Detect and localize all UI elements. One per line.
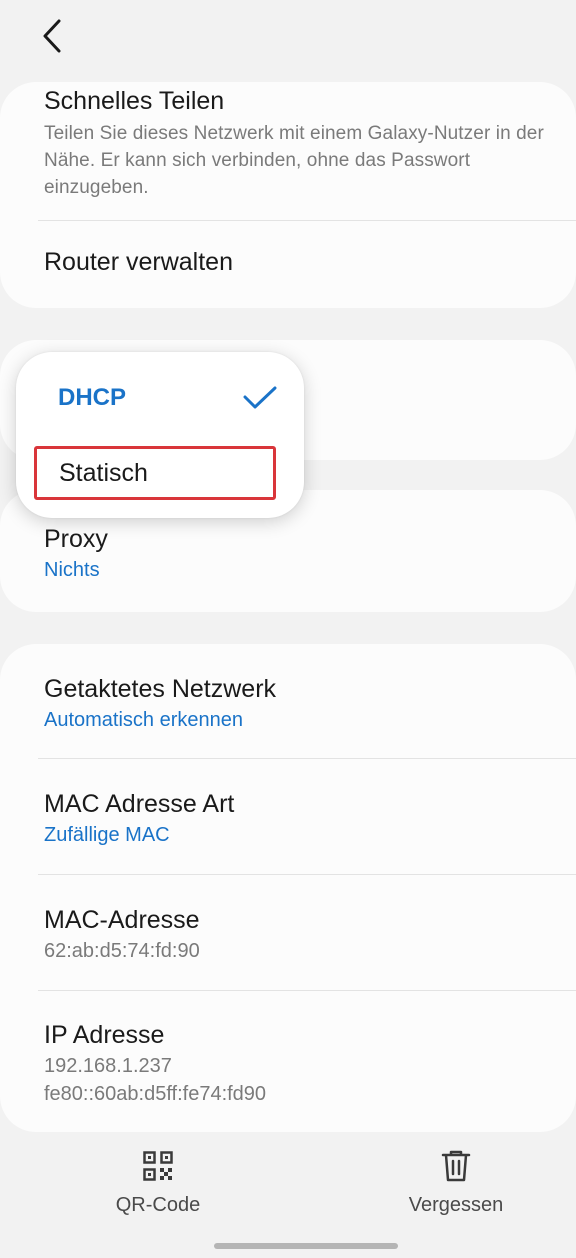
qr-code-button[interactable]: QR-Code: [68, 1148, 248, 1228]
mac-type-value: Zufällige MAC: [44, 824, 170, 846]
ipv6-address-value: fe80::60ab:d5ff:fe74:fd90: [44, 1083, 267, 1105]
divider: [38, 220, 576, 221]
chevron-left-icon: [43, 19, 61, 53]
proxy-title: Proxy: [44, 525, 108, 553]
quick-share-item[interactable]: Schnelles Teilen Teilen Sie dieses Netzw…: [44, 84, 546, 201]
qr-code-icon: [140, 1148, 176, 1184]
dhcp-label: DHCP: [58, 384, 127, 411]
proxy-value: Nichts: [44, 559, 100, 581]
mac-address-item: MAC-Adresse 62:ab:d5:74:fd:90: [44, 903, 546, 965]
home-indicator[interactable]: [214, 1243, 398, 1249]
checkmark-icon: [243, 386, 277, 409]
ip-address-item: IP Adresse 192.168.1.237 fe80::60ab:d5ff…: [44, 1018, 546, 1108]
trash-icon: [438, 1148, 474, 1184]
forget-label: Vergessen: [408, 1194, 504, 1216]
ip-address-title: IP Adresse: [44, 1021, 165, 1049]
divider: [38, 990, 576, 991]
mac-type-item[interactable]: MAC Adresse Art Zufällige MAC: [44, 787, 546, 849]
divider: [38, 758, 576, 759]
quick-share-description: Teilen Sie dieses Netzwerk mit einem Gal…: [44, 123, 544, 198]
ipv4-address-value: 192.168.1.237: [44, 1055, 172, 1077]
back-button[interactable]: [30, 14, 74, 58]
manage-router-item[interactable]: Router verwalten: [44, 245, 546, 279]
static-label: Statisch: [59, 458, 148, 487]
proxy-item[interactable]: Proxy Nichts: [44, 522, 546, 584]
mac-address-title: MAC-Adresse: [44, 906, 200, 934]
metered-network-item[interactable]: Getaktetes Netzwerk Automatisch erkennen: [44, 672, 546, 734]
mac-address-value: 62:ab:d5:74:fd:90: [44, 940, 200, 962]
mac-type-title: MAC Adresse Art: [44, 790, 235, 818]
forget-network-button[interactable]: Vergessen: [366, 1148, 546, 1228]
dropdown-option-dhcp[interactable]: DHCP: [58, 376, 278, 420]
manage-router-title: Router verwalten: [44, 248, 233, 276]
dropdown-option-static[interactable]: Statisch: [34, 446, 276, 500]
quick-share-title: Schnelles Teilen: [44, 87, 225, 115]
sharing-card: Schnelles Teilen Teilen Sie dieses Netzw…: [0, 82, 576, 308]
qr-code-label: QR-Code: [115, 1194, 201, 1216]
divider: [38, 874, 576, 875]
metered-network-value: Automatisch erkennen: [44, 709, 244, 731]
advanced-card: Getaktetes Netzwerk Automatisch erkennen…: [0, 644, 576, 1132]
wifi-network-settings-screen: Schnelles Teilen Teilen Sie dieses Netzw…: [0, 0, 576, 1258]
metered-network-title: Getaktetes Netzwerk: [44, 675, 277, 703]
ip-settings-dropdown: DHCP Statisch: [16, 352, 304, 518]
